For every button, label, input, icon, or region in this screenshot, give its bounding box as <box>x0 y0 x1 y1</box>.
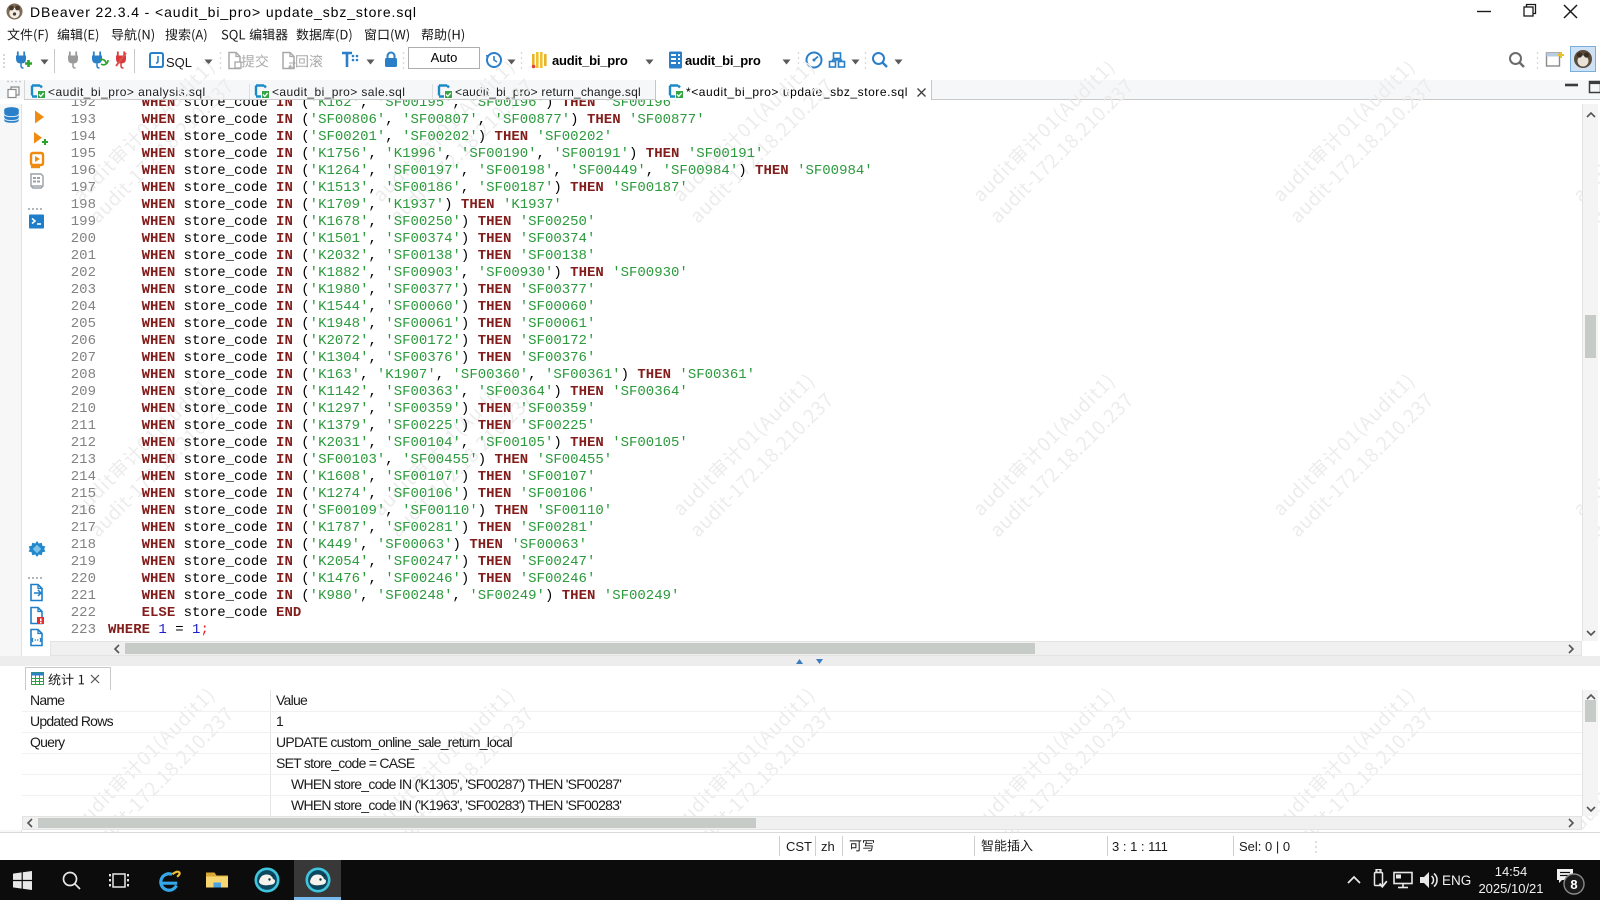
svg-text:8: 8 <box>1570 877 1577 892</box>
